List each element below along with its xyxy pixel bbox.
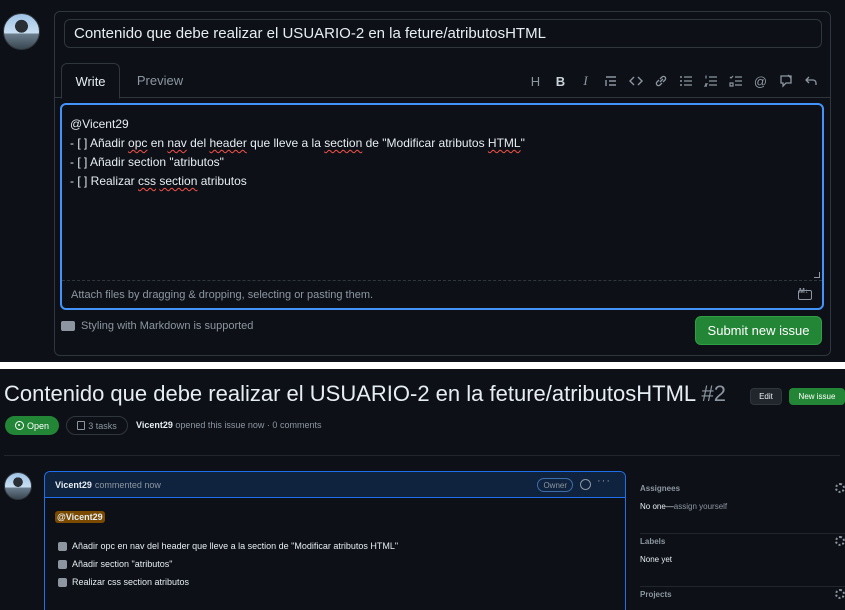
task-item: Añadir section "atributos" (58, 555, 398, 573)
tab-write[interactable]: Write (61, 63, 120, 99)
screenshot-divider (0, 362, 845, 369)
body-line-1: @Vicent29 (70, 117, 129, 131)
markdown-toolbar: H B I @ (520, 72, 820, 90)
task-label: Añadir opc en nav del header que lleve a… (72, 541, 399, 551)
task-checkbox[interactable] (58, 541, 67, 551)
body-line-4: - [ ] Realizar css section atributos (70, 174, 247, 188)
checklist-icon (77, 421, 86, 430)
bold-icon[interactable]: B (551, 72, 570, 90)
divider (4, 455, 840, 456)
task-label: Añadir section "atributos" (72, 559, 173, 569)
new-issue-panel: Contenido que debe realizar el USUARIO-2… (0, 0, 845, 362)
quote-icon[interactable] (601, 72, 620, 90)
reference-icon[interactable] (776, 72, 795, 90)
status-label: Open (26, 420, 50, 431)
issue-view-panel: Contenido que debe realizar el USUARIO-2… (0, 369, 845, 610)
sidebar-projects: Projects (640, 587, 845, 610)
user-mention[interactable]: @Vicent29 (55, 511, 105, 523)
tasks-count: 3 tasks (88, 420, 117, 431)
issue-body-textarea[interactable]: @Vicent29 - [ ] Añadir opc en nav del he… (60, 103, 824, 310)
mention-icon[interactable]: @ (751, 72, 770, 90)
comment-header: Vicent29 commented now Owner ··· (45, 472, 625, 498)
assignees-value: No one—assign yourself (640, 502, 728, 511)
assignees-title[interactable]: Assignees (640, 484, 680, 493)
sidebar-assignees: Assignees No one—assign yourself (640, 481, 845, 534)
task-list-icon[interactable] (726, 72, 745, 90)
markdown-icon (61, 321, 75, 331)
labels-value: None yet (640, 555, 673, 564)
smiley-icon[interactable] (580, 479, 591, 490)
issue-sidebar: Assignees No one—assign yourself Labels … (640, 481, 845, 610)
italic-icon[interactable]: I (576, 72, 595, 90)
body-line-3: - [ ] Añadir section "atributos" (70, 155, 224, 169)
page-title: Contenido que debe realizar el USUARIO-2… (4, 381, 726, 407)
comment-author[interactable]: Vicent29 (55, 480, 92, 490)
issue-title-text: Contenido que debe realizar el USUARIO-2… (4, 381, 696, 406)
submit-new-issue-button[interactable]: Submit new issue (695, 316, 822, 345)
link-icon[interactable] (651, 72, 670, 90)
markdown-icon (798, 288, 812, 300)
sidebar-labels: Labels None yet (640, 534, 845, 587)
task-checkbox[interactable] (58, 559, 67, 569)
undo-icon[interactable] (801, 72, 820, 90)
issue-title-input[interactable]: Contenido que debe realizar el USUARIO-2… (64, 19, 822, 48)
status-badge: Open (5, 416, 59, 435)
body-line-2: - [ ] Añadir opc en nav del header que l… (70, 136, 525, 150)
author-link[interactable]: Vicent29 (136, 420, 173, 430)
task-item: Realizar css section atributos (58, 573, 398, 591)
comment-time[interactable]: commented now (95, 480, 161, 490)
gear-icon[interactable] (835, 589, 845, 599)
issue-meta: Vicent29 opened this issue now · 0 comme… (136, 420, 321, 430)
heading-icon[interactable]: H (526, 72, 545, 90)
projects-title[interactable]: Projects (640, 590, 672, 599)
code-icon[interactable] (626, 72, 645, 90)
issue-meta-text: opened this issue now · 0 comments (175, 420, 322, 430)
labels-title[interactable]: Labels (640, 537, 665, 546)
issue-comment: Vicent29 commented now Owner ··· @Vicent… (44, 471, 626, 610)
task-label: Realizar css section atributos (72, 577, 190, 587)
markdown-note[interactable]: Styling with Markdown is supported (61, 320, 253, 332)
tab-preview[interactable]: Preview (129, 63, 191, 98)
avatar[interactable] (4, 472, 32, 500)
kebab-menu-icon[interactable]: ··· (597, 475, 611, 487)
bulleted-list-icon[interactable] (676, 72, 695, 90)
issue-body-content: @Vicent29 - [ ] Añadir opc en nav del he… (70, 115, 525, 191)
attach-files-bar[interactable]: Attach files by dragging & dropping, sel… (62, 280, 822, 308)
avatar[interactable] (3, 13, 40, 50)
new-issue-button[interactable]: New issue (789, 388, 845, 405)
attach-hint: Attach files by dragging & dropping, sel… (71, 288, 374, 301)
gear-icon[interactable] (835, 536, 845, 546)
tasks-badge[interactable]: 3 tasks (66, 416, 128, 435)
gear-icon[interactable] (835, 483, 845, 493)
task-item: Añadir opc en nav del header que lleve a… (58, 537, 398, 555)
task-checkbox[interactable] (58, 577, 67, 587)
numbered-list-icon[interactable] (701, 72, 720, 90)
task-list: Añadir opc en nav del header que lleve a… (58, 537, 398, 591)
owner-badge: Owner (537, 478, 573, 492)
edit-button[interactable]: Edit (750, 388, 782, 405)
issue-open-icon (14, 421, 24, 430)
assign-yourself-link[interactable]: assign yourself (674, 502, 727, 511)
editor-tabbar: Write Preview H B I @ (55, 63, 830, 99)
resize-handle-icon[interactable] (814, 272, 820, 278)
issue-number: #2 (701, 381, 726, 406)
markdown-note-text: Styling with Markdown is supported (81, 320, 254, 332)
